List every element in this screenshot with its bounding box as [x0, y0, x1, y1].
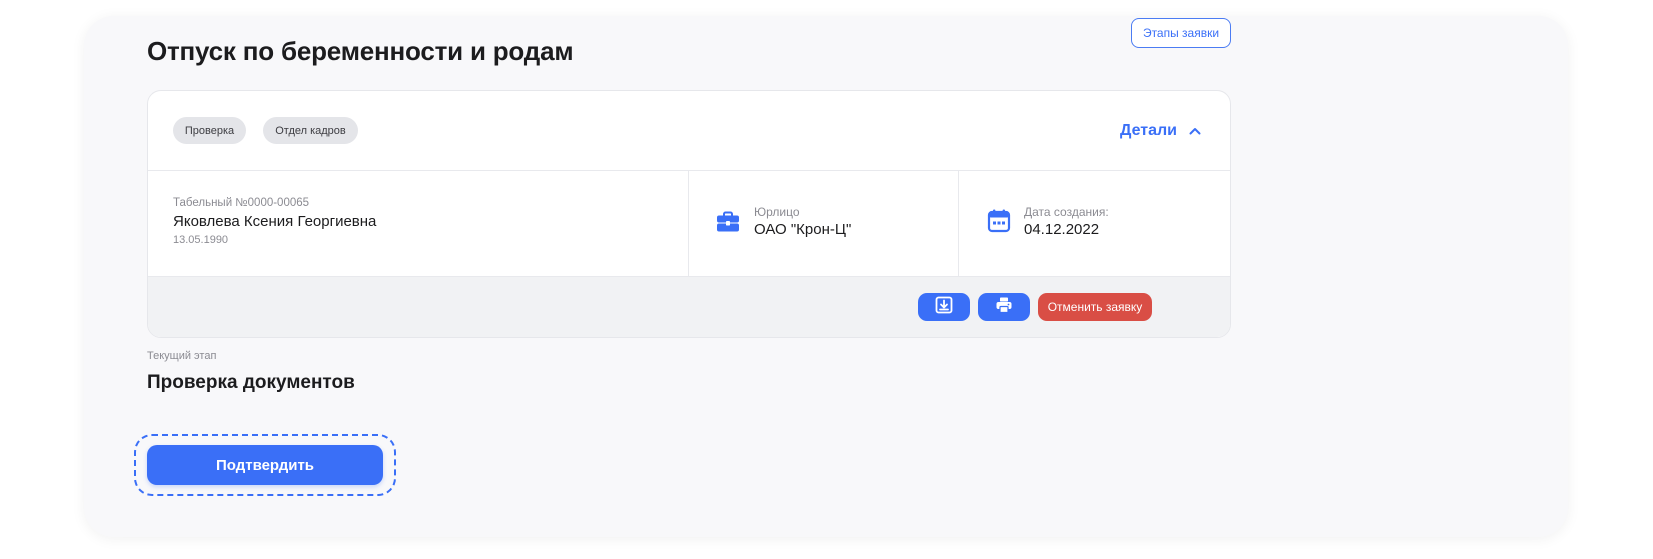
legal-entity-cell: Юрлицо ОАО "Крон-Ц"	[689, 171, 959, 276]
printer-icon	[995, 296, 1013, 319]
employee-birth-date: 13.05.1990	[173, 234, 229, 246]
print-button[interactable]	[978, 293, 1030, 321]
briefcase-icon	[715, 209, 741, 235]
download-icon	[935, 296, 953, 319]
request-card: Проверка Отдел кадров Детали Табельный №…	[147, 90, 1231, 338]
card-header: Проверка Отдел кадров Детали	[148, 91, 1230, 171]
created-date-value: 04.12.2022	[1024, 221, 1100, 238]
cancel-request-button[interactable]: Отменить заявку	[1038, 293, 1152, 321]
calendar-icon	[986, 208, 1012, 234]
page-title: Отпуск по беременности и родам	[147, 36, 574, 66]
legal-entity-label: Юрлицо	[754, 205, 800, 219]
created-date-label: Дата создания:	[1024, 205, 1109, 219]
chevron-up-icon	[1189, 127, 1201, 135]
current-stage-value: Проверка документов	[147, 372, 355, 393]
employee-cell: Табельный №0000-00065 Яковлева Ксения Ге…	[148, 171, 689, 276]
request-stages-button[interactable]: Этапы заявки	[1131, 18, 1231, 48]
details-toggle[interactable]: Детали	[1120, 121, 1201, 141]
current-stage-label: Текущий этап	[147, 350, 217, 362]
department-tag: Отдел кадров	[263, 117, 358, 144]
employee-id: Табельный №0000-00065	[173, 197, 310, 209]
download-button[interactable]	[918, 293, 970, 321]
details-label: Детали	[1120, 122, 1178, 139]
request-panel: Отпуск по беременности и родам Этапы зая…	[84, 16, 1568, 537]
card-actions-bar: Отменить заявку	[148, 276, 1230, 337]
confirm-button[interactable]: Подтвердить	[147, 445, 383, 485]
legal-entity-value: ОАО "Крон-Ц"	[754, 221, 852, 238]
status-tag: Проверка	[173, 117, 246, 144]
request-info-row: Табельный №0000-00065 Яковлева Ксения Ге…	[148, 171, 1230, 276]
created-date-cell: Дата создания: 04.12.2022	[959, 171, 1230, 276]
employee-name: Яковлева Ксения Георгиевна	[173, 213, 377, 230]
